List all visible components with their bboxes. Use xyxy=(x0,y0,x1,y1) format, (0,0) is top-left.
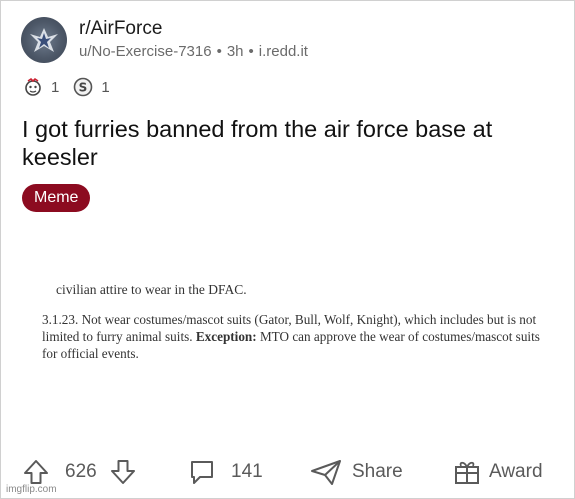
silver-award-icon: S xyxy=(74,77,93,97)
imgflip-watermark: imgflip.com xyxy=(6,484,57,495)
share-label: Share xyxy=(352,461,403,482)
award-count: 1 xyxy=(101,78,110,96)
post-meta: u/No-Exercise-7316 • 3h • i.redd.it xyxy=(79,43,308,60)
award-gift-icon xyxy=(455,461,479,484)
image-text-bold: Exception: xyxy=(195,329,257,344)
image-text-paragraph: 3.1.23. Not wear costumes/mascot suits (… xyxy=(42,311,554,362)
air-force-logo-icon xyxy=(30,28,58,52)
action-bar: 626 141 Share Award xyxy=(0,455,575,489)
gift-award-icon xyxy=(25,77,41,96)
post-title[interactable]: I got furries banned from the air force … xyxy=(22,115,552,171)
upvote-icon[interactable] xyxy=(22,458,50,486)
share-button[interactable]: Share xyxy=(310,455,403,489)
subreddit-avatar[interactable] xyxy=(21,17,67,63)
comment-icon xyxy=(191,461,213,484)
award-button[interactable]: Award xyxy=(453,455,543,489)
comments-button[interactable]: 141 xyxy=(188,455,263,489)
awards-row[interactable]: 1 S 1 xyxy=(22,76,123,98)
subreddit-name[interactable]: r/AirForce xyxy=(79,18,162,40)
author-link[interactable]: u/No-Exercise-7316 xyxy=(79,43,212,60)
post-card xyxy=(0,0,575,499)
comment-count: 141 xyxy=(231,461,263,482)
separator: • xyxy=(216,43,222,60)
downvote-icon[interactable] xyxy=(109,458,137,486)
image-text-line: civilian attire to wear in the DFAC. xyxy=(56,282,247,297)
award-label: Award xyxy=(489,461,543,482)
separator: • xyxy=(248,43,254,60)
share-icon xyxy=(311,460,341,485)
post-age: 3h xyxy=(226,43,244,60)
vote-count: 626 xyxy=(65,461,97,482)
post-domain[interactable]: i.redd.it xyxy=(259,43,308,60)
award-count: 1 xyxy=(51,78,60,96)
svg-text:S: S xyxy=(79,81,88,95)
post-flair[interactable]: Meme xyxy=(22,184,91,212)
